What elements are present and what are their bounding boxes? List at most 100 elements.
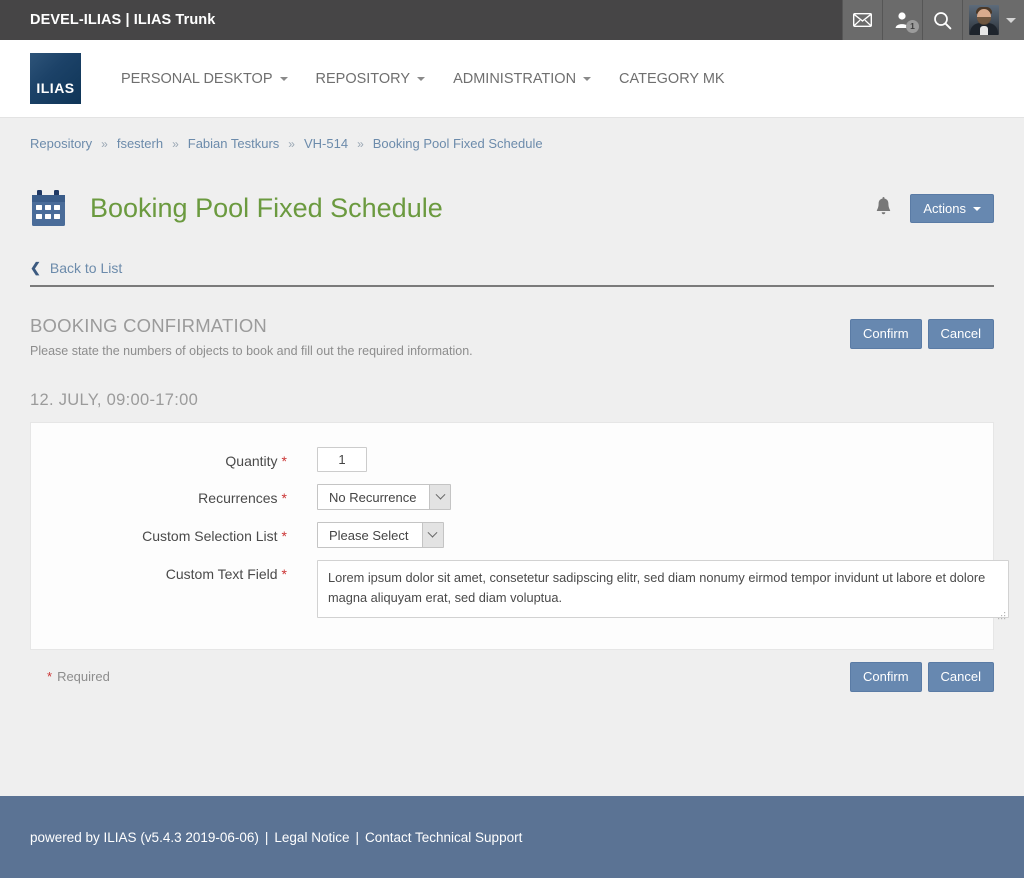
custom-text-field-textarea[interactable] bbox=[317, 560, 1009, 618]
footer-separator: | bbox=[259, 830, 275, 845]
booking-date-heading: 12. JULY, 09:00-17:00 bbox=[30, 391, 994, 410]
back-to-list-row: ❮ Back to List bbox=[30, 260, 994, 287]
page-footer: powered by ILIAS (v5.4.3 2019-06-06) | L… bbox=[0, 796, 1024, 878]
installation-title: DEVEL-ILIAS | ILIAS Trunk bbox=[0, 0, 842, 40]
contacts-badge: 1 bbox=[906, 20, 919, 33]
actions-button[interactable]: Actions bbox=[910, 194, 994, 224]
ilias-logo[interactable]: ILIAS bbox=[30, 53, 81, 104]
recurrences-select[interactable]: No Recurrence bbox=[317, 484, 451, 510]
bottom-spacer bbox=[30, 692, 994, 774]
nav-item-personal-desktop[interactable]: PERSONAL DESKTOP bbox=[107, 63, 302, 95]
mail-button[interactable] bbox=[842, 0, 882, 40]
booking-form: Quantity * Recurrences * No Recurrence bbox=[30, 422, 994, 650]
label-text: Custom Text Field bbox=[166, 566, 278, 582]
page-header-actions: Actions bbox=[875, 194, 994, 224]
required-marker: * bbox=[282, 490, 287, 506]
breadcrumb-item-vh-514[interactable]: VH-514 bbox=[304, 136, 348, 151]
required-note: * Required bbox=[30, 669, 110, 684]
custom-text-field-control bbox=[317, 560, 1009, 623]
section-titles: BOOKING CONFIRMATION Please state the nu… bbox=[30, 315, 850, 358]
chevron-down-icon bbox=[422, 523, 443, 547]
cancel-button-bottom[interactable]: Cancel bbox=[928, 662, 994, 692]
custom-selection-list-control: Please Select bbox=[317, 522, 444, 548]
section-subtitle: Please state the numbers of objects to b… bbox=[30, 344, 850, 358]
label-text: Recurrences bbox=[198, 490, 277, 506]
main-navigation: ILIAS PERSONAL DESKTOP REPOSITORY ADMINI… bbox=[0, 40, 1024, 118]
form-row-custom-text-field: Custom Text Field* bbox=[31, 554, 993, 629]
breadcrumb-separator: » bbox=[101, 137, 108, 151]
confirm-button-top[interactable]: Confirm bbox=[850, 319, 922, 349]
required-marker: * bbox=[282, 453, 287, 469]
footer-powered-by: powered by ILIAS (v5.4.3 2019-06-06) bbox=[30, 830, 259, 845]
breadcrumb-item-repository[interactable]: Repository bbox=[30, 136, 92, 151]
required-note-text: Required bbox=[57, 669, 110, 684]
nav-label: CATEGORY MK bbox=[619, 71, 725, 87]
recurrences-control: No Recurrence bbox=[317, 484, 451, 510]
chevron-down-icon bbox=[417, 77, 425, 81]
chevron-down-icon bbox=[973, 207, 981, 211]
calendar-icon bbox=[30, 189, 72, 229]
mail-icon bbox=[853, 13, 872, 27]
page-body: Repository » fsesterh » Fabian Testkurs … bbox=[0, 118, 1024, 796]
custom-text-field-label: Custom Text Field* bbox=[31, 560, 287, 582]
form-row-custom-selection-list: Custom Selection List* Please Select bbox=[31, 516, 993, 554]
required-marker: * bbox=[282, 566, 287, 582]
search-icon bbox=[933, 11, 952, 30]
recurrences-selected-value: No Recurrence bbox=[318, 485, 429, 509]
search-button[interactable] bbox=[922, 0, 962, 40]
footer-legal-notice-link[interactable]: Legal Notice bbox=[274, 830, 349, 845]
page-header: Booking Pool Fixed Schedule Actions bbox=[30, 161, 994, 260]
textarea-wrapper bbox=[317, 560, 1009, 623]
form-footer-buttons: Confirm Cancel bbox=[850, 662, 994, 692]
section-title: BOOKING CONFIRMATION bbox=[30, 315, 850, 337]
top-bar-tools: 1 bbox=[842, 0, 1024, 40]
breadcrumb-separator: » bbox=[288, 137, 295, 151]
top-bar: DEVEL-ILIAS | ILIAS Trunk 1 bbox=[0, 0, 1024, 40]
footer-support-link[interactable]: Contact Technical Support bbox=[365, 830, 522, 845]
chevron-down-icon bbox=[1006, 18, 1016, 23]
back-to-list-label: Back to List bbox=[50, 260, 122, 276]
required-marker: * bbox=[282, 528, 287, 544]
form-row-quantity: Quantity * bbox=[31, 441, 993, 478]
custom-selection-list-select[interactable]: Please Select bbox=[317, 522, 444, 548]
breadcrumb-item-current[interactable]: Booking Pool Fixed Schedule bbox=[373, 136, 543, 151]
nav-items: PERSONAL DESKTOP REPOSITORY ADMINISTRATI… bbox=[107, 63, 739, 95]
breadcrumb-separator: » bbox=[172, 137, 179, 151]
page-title: Booking Pool Fixed Schedule bbox=[90, 193, 443, 224]
user-menu-button[interactable] bbox=[962, 0, 1024, 40]
footer-separator: | bbox=[349, 830, 365, 845]
custom-selection-list-label: Custom Selection List* bbox=[31, 522, 287, 544]
section-buttons: Confirm Cancel bbox=[850, 315, 994, 349]
breadcrumb: Repository » fsesterh » Fabian Testkurs … bbox=[30, 118, 994, 161]
chevron-down-icon bbox=[280, 77, 288, 81]
breadcrumb-item-fsesterh[interactable]: fsesterh bbox=[117, 136, 163, 151]
form-row-recurrences: Recurrences * No Recurrence bbox=[31, 478, 993, 516]
quantity-input[interactable] bbox=[317, 447, 367, 472]
bell-icon[interactable] bbox=[875, 197, 892, 221]
section-header: BOOKING CONFIRMATION Please state the nu… bbox=[30, 287, 994, 358]
recurrences-label: Recurrences * bbox=[31, 484, 287, 506]
back-to-list-link[interactable]: ❮ Back to List bbox=[30, 260, 122, 276]
contacts-button[interactable]: 1 bbox=[882, 0, 922, 40]
breadcrumb-item-fabian-testkurs[interactable]: Fabian Testkurs bbox=[188, 136, 280, 151]
required-marker: * bbox=[47, 669, 52, 684]
confirm-button-bottom[interactable]: Confirm bbox=[850, 662, 922, 692]
cancel-button-top[interactable]: Cancel bbox=[928, 319, 994, 349]
breadcrumb-separator: » bbox=[357, 137, 364, 151]
nav-label: REPOSITORY bbox=[316, 71, 411, 87]
avatar bbox=[969, 5, 999, 35]
chevron-down-icon bbox=[583, 77, 591, 81]
form-footer: * Required Confirm Cancel bbox=[30, 650, 994, 692]
nav-label: PERSONAL DESKTOP bbox=[121, 71, 273, 87]
nav-item-administration[interactable]: ADMINISTRATION bbox=[439, 63, 605, 95]
quantity-control bbox=[317, 447, 367, 472]
label-text: Quantity bbox=[225, 453, 277, 469]
quantity-label: Quantity * bbox=[31, 447, 287, 469]
chevron-left-icon: ❮ bbox=[30, 260, 41, 276]
nav-item-category-mk[interactable]: CATEGORY MK bbox=[605, 63, 739, 95]
actions-label: Actions bbox=[923, 201, 966, 217]
custom-selection-list-selected-value: Please Select bbox=[318, 523, 422, 547]
nav-item-repository[interactable]: REPOSITORY bbox=[302, 63, 440, 95]
nav-label: ADMINISTRATION bbox=[453, 71, 576, 87]
chevron-down-icon bbox=[429, 485, 450, 509]
